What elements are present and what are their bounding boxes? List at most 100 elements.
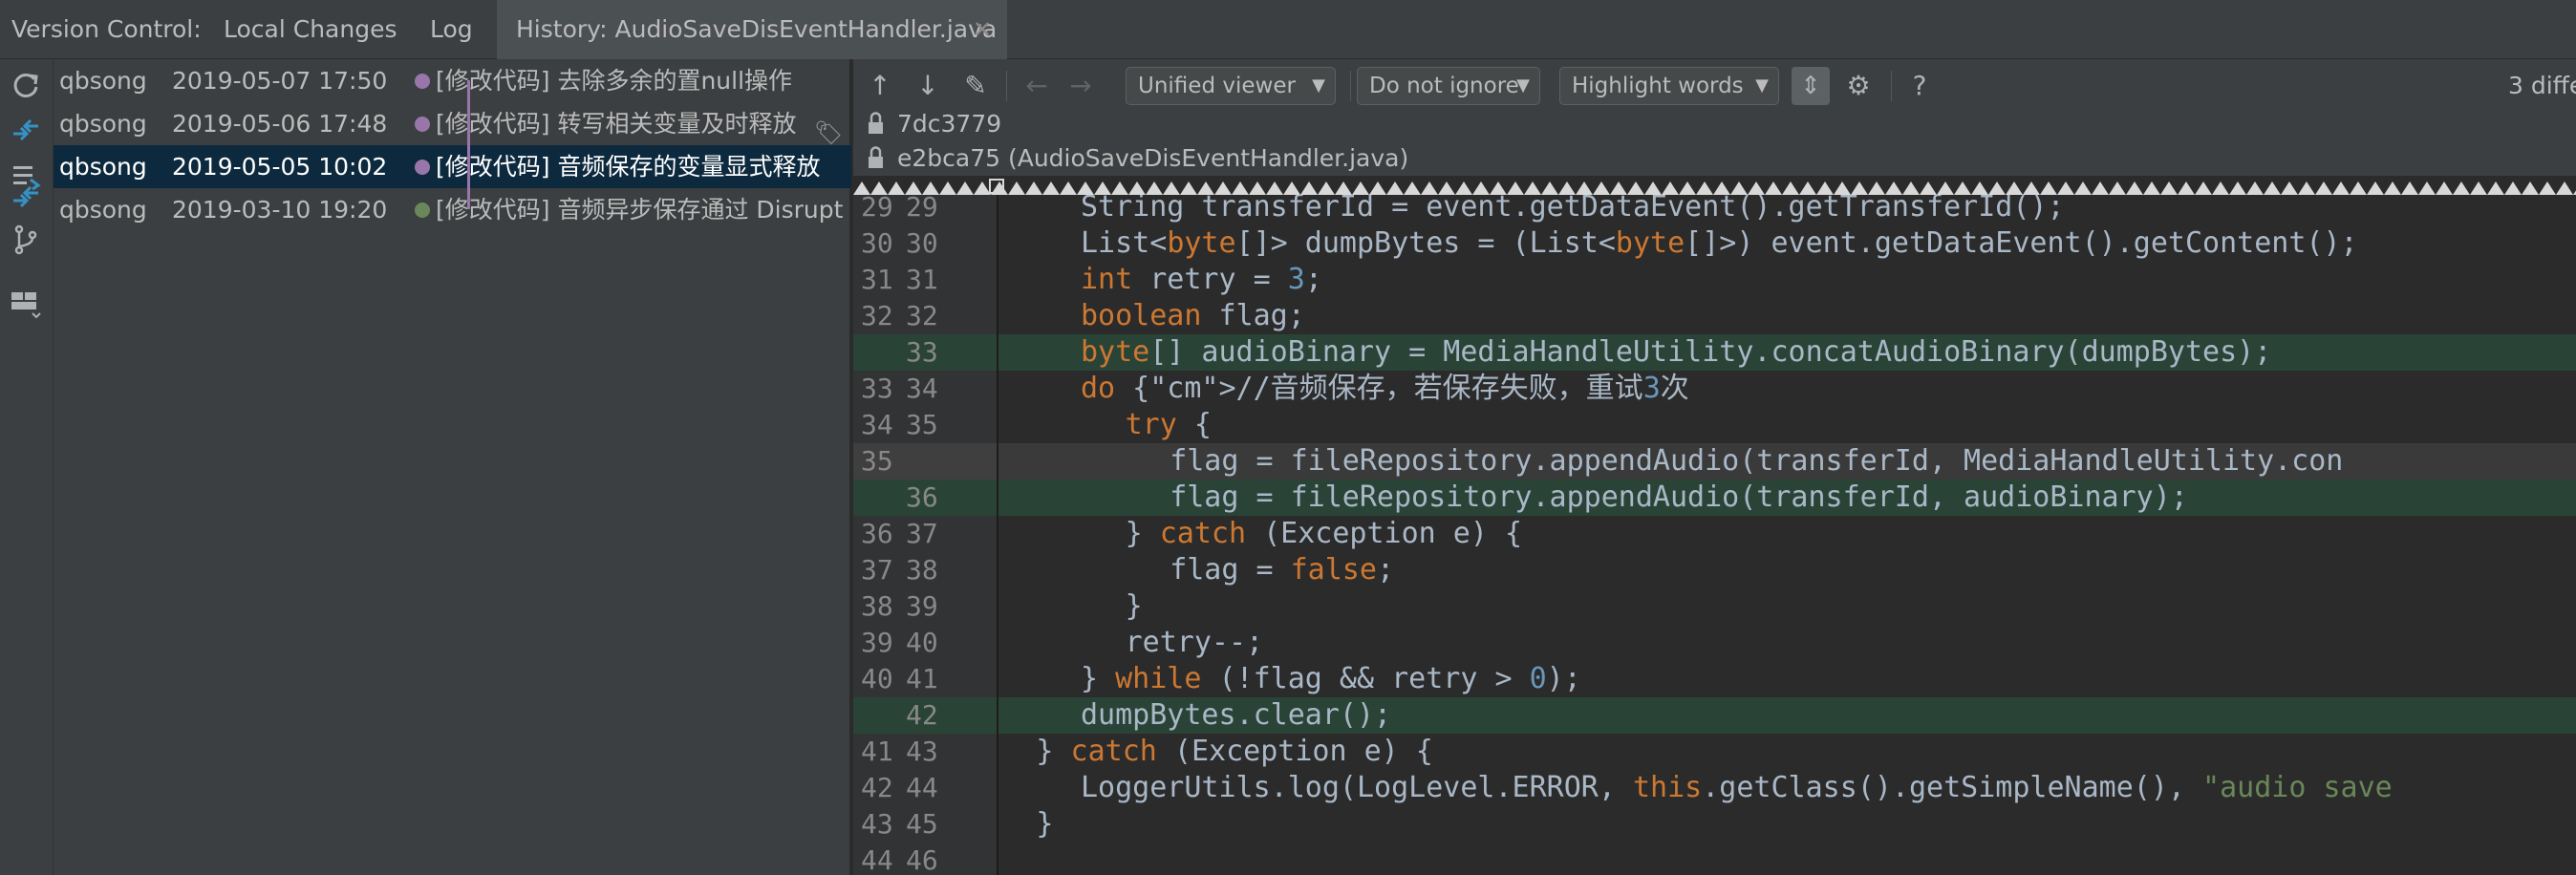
line-numbers: 39 40 [853,625,997,661]
code-text: String transferId = event.getDataEvent()… [1081,195,2065,224]
commit-row-selected[interactable]: qbsong 2019-05-05 10:02 [修改代码] 音频保存的变量显式… [54,145,851,188]
commit-graph-dot [415,203,430,218]
code-text: byte[] audioBinary = MediaHandleUtility.… [1081,335,2272,369]
old-line-number: 36 [861,518,893,549]
code-text: flag = false; [1170,553,1394,587]
commit-row[interactable]: qbsong 2019-05-06 17:48 [修改代码] 转写相关变量及时释… [54,102,851,145]
line-numbers: 38 39 [853,588,997,625]
line-numbers: 37 38 [853,552,997,588]
new-line-number: 30 [906,227,938,259]
old-line-number: 43 [861,808,893,840]
viewer-mode-value: Unified viewer [1138,74,1296,98]
line-numbers: 31 31 [853,262,997,298]
chevron-down-icon: ▼ [1312,75,1325,96]
code-text: dumpBytes.clear(); [1081,698,1392,732]
ignore-whitespace-value: Do not ignore [1369,74,1519,98]
refresh-icon[interactable] [8,67,44,103]
old-line-number: 35 [861,445,893,477]
diff-line[interactable]: 44 46 [853,843,2576,875]
code-text: } while (!flag && retry > 0); [1081,662,1581,695]
code-text: } catch (Exception e) { [1125,517,1523,550]
code-text: List<byte[]> dumpBytes = (List<byte[]>) … [1081,226,2358,260]
tab-log[interactable]: Log [430,0,473,59]
commit-graph-line [467,80,470,209]
line-numbers: 34 35 [853,407,997,443]
diff-line[interactable]: 43 45} [853,806,2576,843]
toolbar-separator [1350,71,1351,101]
old-line-number: 41 [861,736,893,767]
diff-line-removed[interactable]: 35 flag = fileRepository.appendAudio(tran… [853,443,2576,480]
code-text: retry--; [1125,626,1264,659]
ignore-whitespace-select[interactable]: Do not ignore ▼ [1357,67,1540,105]
new-line-number: 42 [906,699,938,731]
left-toolbar [0,59,54,875]
old-line-number: 31 [861,264,893,295]
viewer-mode-select[interactable]: Unified viewer ▼ [1126,67,1336,105]
branch-icon[interactable] [8,222,44,258]
line-numbers: 29 29 [853,195,997,225]
new-line-number: 41 [906,663,938,694]
unified-diff-editor[interactable]: 29 29 String transferId = event.getDataEve… [853,195,2576,875]
new-line-number: 46 [906,844,938,875]
line-numbers: 35 [853,443,997,480]
commit-row[interactable]: qbsong 2019-03-10 19:20 [修改代码] 音频异步保存通过 … [54,188,851,231]
tag-icon: 🏷 [814,119,844,145]
commit-row[interactable]: qbsong 2019-05-07 17:50 [修改代码] 去除多余的置nul… [54,59,851,102]
back-icon[interactable]: ← [1020,69,1054,103]
collapse-unchanged-icon[interactable]: ⇕ [1792,67,1830,105]
diff-line[interactable]: 40 41 } while (!flag && retry > 0); [853,661,2576,697]
old-line-number: 38 [861,590,893,622]
diff-line-added[interactable]: 42 dumpBytes.clear(); [853,697,2576,734]
gear-icon[interactable]: ⚙ [1841,69,1876,103]
toolbar-separator [1006,71,1007,101]
diff-line[interactable]: 37 38 flag = false; [853,552,2576,588]
toolbar-separator [1891,71,1892,101]
commit-message: [修改代码] 音频保存的变量显式释放 [436,153,821,181]
folded-region-separator [853,178,2576,195]
diff-line[interactable]: 36 37 } catch (Exception e) { [853,516,2576,552]
commit-author: qbsong [59,110,147,138]
commit-date: 2019-05-05 10:02 [172,153,388,181]
forward-icon[interactable]: → [1063,69,1098,103]
compare-with-local-icon[interactable] [8,176,44,212]
line-numbers: 40 41 [853,661,997,697]
diff-line[interactable]: 30 30 List<byte[]> dumpBytes = (List<byte[… [853,225,2576,262]
help-icon[interactable]: ? [1902,69,1937,103]
edit-source-icon[interactable]: ✎ [958,69,993,103]
diff-line[interactable]: 33 34 do {"cm">//音频保存，若保存失败，重试3次 [853,371,2576,407]
layout-icon[interactable] [8,285,44,321]
diff-line-added[interactable]: 36 flag = fileRepository.appendAudio(tran… [853,480,2576,516]
diff-line[interactable]: 38 39} [853,588,2576,625]
diff-line[interactable]: 29 29 String transferId = event.getDataEve… [853,195,2576,225]
chevron-down-icon: ▼ [1755,75,1769,96]
commit-author: qbsong [59,196,147,224]
right-revision-header: e2bca75 (AudioSaveDisEventHandler.java) [853,141,2576,176]
compare-icon[interactable] [8,113,44,149]
right-revision-label: e2bca75 (AudioSaveDisEventHandler.java) [897,144,1409,172]
diff-line[interactable]: 42 44 LoggerUtils.log(LogLevel.ERROR, this… [853,770,2576,806]
old-line-number: 32 [861,300,893,331]
highlight-mode-value: Highlight words [1572,74,1744,98]
diff-line-added[interactable]: 33 byte[] audioBinary = MediaHandleUtilit… [853,334,2576,371]
new-line-number: 37 [906,518,938,549]
tab-local-changes[interactable]: Local Changes [224,0,397,59]
diff-line[interactable]: 32 32 boolean flag; [853,298,2576,334]
diff-line[interactable]: 41 43} catch (Exception e) { [853,734,2576,770]
next-difference-icon[interactable]: ↓ [911,69,945,103]
commit-date: 2019-03-10 19:20 [172,196,388,224]
new-line-number: 44 [906,772,938,803]
code-text: } [1125,589,1143,623]
code-text: flag = fileRepository.appendAudio(transf… [1170,444,2344,478]
diff-line[interactable]: 34 35 try { [853,407,2576,443]
close-icon[interactable]: ✕ [973,0,992,59]
commit-message: [修改代码] 去除多余的置null操作 [436,67,793,95]
previous-difference-icon[interactable]: ↑ [863,69,897,103]
code-text: } [1036,807,1054,841]
diff-line[interactable]: 31 31 int retry = 3; [853,262,2576,298]
tab-history[interactable]: History: AudioSaveDisEventHandler.java ✕ [497,0,1007,59]
code-text: boolean flag; [1081,299,1305,332]
diff-line[interactable]: 39 40 retry--; [853,625,2576,661]
highlight-mode-select[interactable]: Highlight words ▼ [1559,67,1779,105]
old-line-number: 29 [861,195,893,223]
line-numbers: 42 44 [853,770,997,806]
